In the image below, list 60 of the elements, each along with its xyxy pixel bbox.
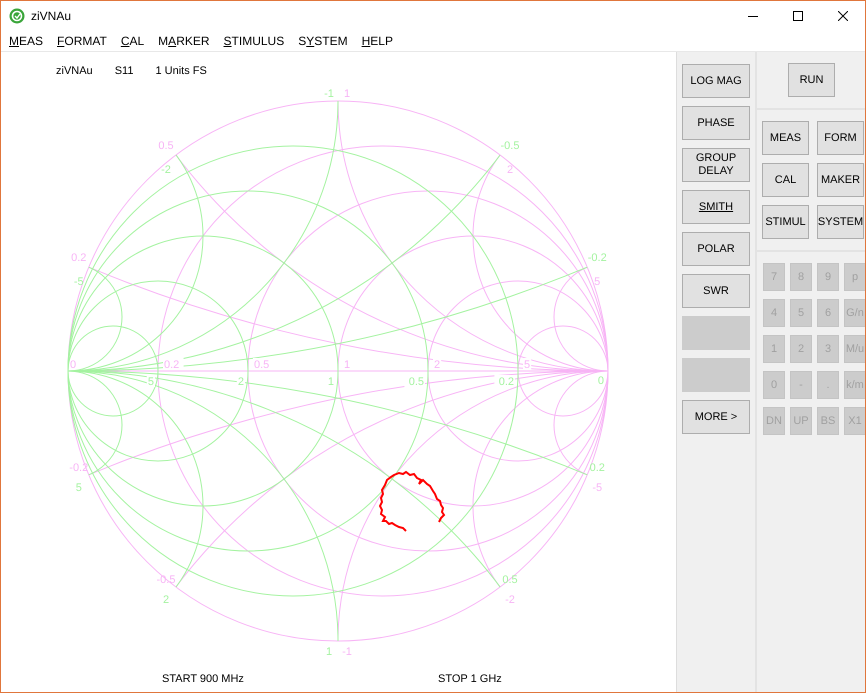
plot-header-text: 1 Units FS bbox=[155, 64, 207, 76]
chart-label: 1 bbox=[328, 376, 334, 388]
chart-label: -1 bbox=[342, 646, 352, 658]
menu-item[interactable]: CAL bbox=[120, 34, 144, 48]
chart-label: 0.5 bbox=[158, 140, 174, 152]
format-button[interactable]: SMITH bbox=[682, 190, 750, 224]
window-title: ziVNAu bbox=[31, 9, 72, 23]
menu-button[interactable]: STIMUL bbox=[762, 205, 809, 239]
plot-header-text: S11 bbox=[114, 64, 134, 76]
chart-label: 0.5 bbox=[408, 376, 424, 388]
chart-label: 2 bbox=[162, 594, 170, 606]
chart-label: 5 bbox=[76, 482, 82, 494]
format-button[interactable]: LOG MAG bbox=[682, 64, 750, 98]
chart-label: 1 bbox=[326, 646, 332, 658]
menu-item[interactable]: STIMULUS bbox=[224, 34, 284, 48]
menu-item[interactable]: MEAS bbox=[9, 34, 44, 48]
chart-label: 2 bbox=[238, 376, 244, 388]
chart-label: -0.5 bbox=[500, 140, 520, 152]
format-button[interactable]: SWR bbox=[682, 274, 750, 308]
chart-label: 2 bbox=[434, 359, 440, 371]
format-button[interactable]: POLAR bbox=[682, 232, 750, 266]
chart-label: 5 bbox=[148, 376, 154, 388]
format-button[interactable]: MORE > bbox=[682, 400, 750, 434]
chart-label: -5 bbox=[592, 482, 602, 494]
menu-item[interactable]: SYSTEM bbox=[298, 34, 348, 48]
menu-item[interactable]: FORMAT bbox=[57, 34, 107, 48]
chart-label: 0.2 bbox=[71, 252, 86, 264]
chart-label: 1 bbox=[344, 359, 350, 371]
chart-label: 0.2 bbox=[590, 462, 605, 474]
chart-label: 0.2 bbox=[498, 376, 514, 388]
run-button[interactable]: RUN bbox=[788, 63, 835, 97]
menu-item[interactable]: MARKER bbox=[158, 34, 210, 48]
menu-button[interactable]: CAL bbox=[762, 163, 809, 197]
chart-label: 0.2 bbox=[164, 359, 180, 371]
chart-label: 2 bbox=[506, 164, 514, 176]
chart-label: 1 bbox=[344, 88, 350, 100]
chart-label: 5 bbox=[524, 359, 530, 371]
maximize-icon[interactable] bbox=[792, 11, 802, 21]
start-frequency: START 900 MHz bbox=[162, 673, 245, 685]
chart-label: 0.5 bbox=[254, 359, 270, 371]
close-icon[interactable] bbox=[838, 11, 848, 21]
app-icon bbox=[9, 8, 25, 24]
chart-label: 5 bbox=[594, 276, 600, 288]
plot-header-text: ziVNAu bbox=[56, 64, 93, 76]
format-button[interactable]: PHASE bbox=[682, 106, 750, 140]
trace-line bbox=[378, 470, 446, 532]
stop-frequency: STOP 1 GHz bbox=[438, 673, 502, 685]
format-button[interactable]: GROUP DELAY bbox=[682, 148, 750, 182]
menu-button[interactable]: MAKER bbox=[817, 163, 864, 197]
menu-item[interactable]: HELP bbox=[362, 34, 393, 48]
menu-button[interactable]: SYSTEM bbox=[817, 205, 864, 239]
chart-label: -2 bbox=[505, 594, 515, 606]
chart-label: -2 bbox=[161, 164, 171, 176]
chart-label: -1 bbox=[324, 88, 334, 100]
chart-label: -0.2 bbox=[588, 252, 607, 264]
menu-button[interactable]: MEAS bbox=[762, 121, 809, 155]
chart-label: 0 bbox=[598, 375, 604, 387]
chart-label: 0 bbox=[70, 359, 76, 371]
chart-label: -5 bbox=[74, 276, 84, 288]
menu-button[interactable]: FORM bbox=[817, 121, 864, 155]
